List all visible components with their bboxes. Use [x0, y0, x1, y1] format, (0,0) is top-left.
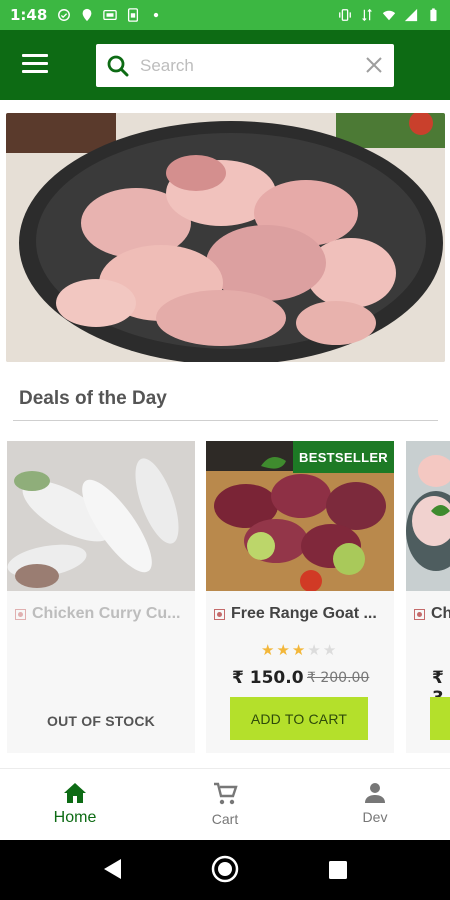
nav-item-cart[interactable]: Cart [150, 769, 300, 840]
gallery-icon [103, 9, 118, 21]
recents-icon[interactable] [328, 860, 348, 880]
nav-item-home[interactable]: Home [0, 769, 150, 840]
nav-label: Dev [362, 809, 388, 825]
star-icon: ★ [261, 641, 275, 659]
signal-icon [404, 8, 418, 22]
product-image [7, 441, 195, 591]
search-bar[interactable] [96, 44, 394, 87]
section-divider [13, 420, 438, 421]
battery-icon [430, 8, 437, 22]
nav-label: Home [53, 809, 97, 826]
deal-card-partial[interactable]: Ch ₹ 3 [406, 441, 450, 753]
price: ₹ 150.0 [232, 668, 304, 688]
status-bar: 1:48 [0, 0, 450, 30]
deal-card-free-range-goat[interactable]: BESTSELLER Free Range Goat ... ★ ★ ★ ★ ★… [206, 441, 394, 753]
system-navigation-bar [0, 840, 450, 900]
product-name: Free Range Goat ... [231, 605, 377, 622]
sim-icon [128, 8, 139, 22]
add-to-cart-button[interactable] [430, 697, 450, 740]
back-icon[interactable] [101, 857, 123, 881]
product-image [406, 441, 450, 591]
star-icon: ★ [291, 641, 306, 659]
product-name: Ch [431, 605, 450, 622]
product-name: Chicken Curry Cu... [32, 605, 181, 622]
notification-dot-icon [154, 12, 159, 18]
person-icon [365, 783, 385, 803]
original-price: ₹ 200.00 [307, 670, 370, 686]
out-of-stock-label: OUT OF STOCK [47, 713, 155, 729]
chicken-bowl-image [6, 113, 445, 362]
rating-stars: ★ ★ ★ ★ ★ [261, 643, 336, 658]
nav-label: Cart [211, 811, 239, 827]
home-icon [64, 783, 86, 803]
bottom-navigation: Home Cart Dev [0, 768, 450, 840]
star-icon: ★ [322, 641, 337, 659]
hamburger-menu-icon[interactable] [22, 54, 48, 76]
sync-icon [58, 9, 71, 21]
non-veg-icon [214, 608, 225, 620]
non-veg-icon [414, 608, 425, 620]
section-title: Deals of the Day [19, 388, 167, 409]
star-icon: ★ [276, 641, 290, 659]
data-arrows-icon [362, 8, 372, 22]
deal-card-chicken-curry-cut[interactable]: Chicken Curry Cu... OUT OF STOCK [7, 441, 195, 753]
close-icon[interactable] [364, 55, 384, 75]
bestseller-badge: BESTSELLER [293, 441, 394, 473]
wifi-icon [382, 10, 396, 21]
location-pin-icon [82, 8, 92, 22]
home-circle-icon[interactable] [211, 855, 239, 883]
nav-item-profile[interactable]: Dev [300, 769, 450, 840]
search-icon [96, 44, 140, 87]
non-veg-icon [15, 608, 26, 620]
search-input[interactable] [140, 55, 350, 76]
star-icon: ★ [307, 641, 321, 659]
promo-banner[interactable] [6, 113, 445, 362]
status-time: 1:48 [10, 6, 48, 24]
vibrate-icon [339, 9, 351, 21]
add-to-cart-button[interactable]: ADD TO CART [230, 697, 368, 740]
cart-icon [214, 782, 238, 805]
app-bar [0, 30, 450, 100]
